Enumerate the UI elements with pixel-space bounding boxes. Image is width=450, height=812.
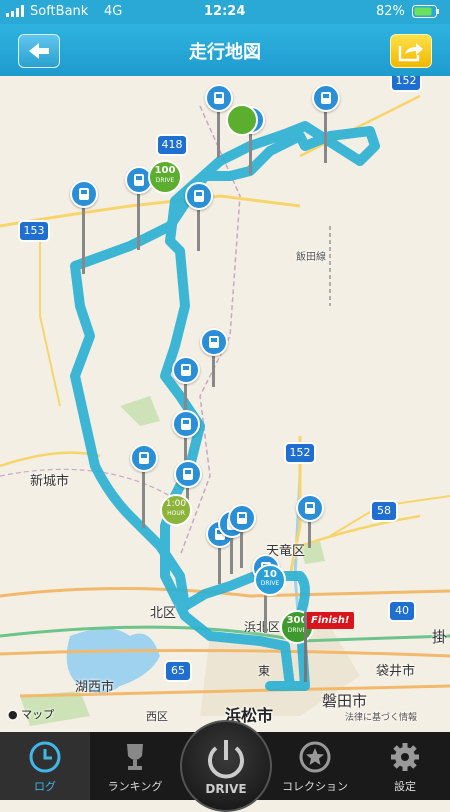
signal-icon xyxy=(6,5,28,21)
clock: 12:24 xyxy=(204,4,246,19)
star-badge-icon xyxy=(299,741,331,773)
pin-pole xyxy=(217,108,220,158)
map-view[interactable]: 153 418 152 152 58 40 65 新城市 湖西市 浜松市 磐田市… xyxy=(0,76,450,732)
battery-percent: 82% xyxy=(376,4,405,19)
tab-log[interactable]: ログ xyxy=(0,732,90,800)
drive-button-label: DRIVE xyxy=(205,782,247,796)
badge-1hour-unit: HOUR xyxy=(167,510,185,517)
pin-pole xyxy=(218,544,221,584)
battery-icon xyxy=(412,5,440,22)
pin-pole xyxy=(230,534,233,574)
page-title: 走行地図 xyxy=(189,42,261,63)
pin-pole xyxy=(240,528,243,568)
power-icon xyxy=(208,740,244,779)
tab-collection-label: コレクション xyxy=(282,780,348,793)
drive-button[interactable]: DRIVE xyxy=(180,720,272,812)
location-pin-icon[interactable] xyxy=(200,328,228,356)
location-pin-icon[interactable] xyxy=(172,410,200,438)
pin-pole xyxy=(142,468,145,528)
share-icon xyxy=(398,43,423,62)
finish-pole xyxy=(304,612,307,682)
location-pin-icon[interactable] xyxy=(205,84,233,112)
location-pin-icon[interactable] xyxy=(70,180,98,208)
pin-pole xyxy=(137,190,140,250)
pin-layer xyxy=(0,76,450,732)
badge-100km-value: 100 xyxy=(154,165,176,176)
badge-top-green[interactable] xyxy=(226,104,258,136)
location-pin-icon[interactable] xyxy=(185,182,213,210)
badge-100km-drive: DRIVE xyxy=(155,177,175,184)
finish-flag[interactable]: Finish! xyxy=(306,612,355,629)
tab-collection[interactable]: コレクション xyxy=(270,732,360,800)
location-pin-icon[interactable] xyxy=(130,444,158,472)
location-pin-icon[interactable] xyxy=(312,84,340,112)
location-pin-icon[interactable] xyxy=(228,504,256,532)
badge-10km[interactable]: 10 DRIVE xyxy=(254,564,286,596)
badge-10km-drive: DRIVE xyxy=(260,580,280,587)
network-label: 4G xyxy=(104,4,123,19)
pin-pole xyxy=(82,204,85,274)
status-bar: SoftBank 4G 12:24 82% xyxy=(0,0,450,24)
pin-pole xyxy=(324,108,327,163)
tab-settings[interactable]: 設定 xyxy=(360,732,450,800)
gear-icon xyxy=(391,743,419,771)
badge-10km-value: 10 xyxy=(263,569,277,580)
tab-settings-label: 設定 xyxy=(394,780,416,793)
tab-log-label: ログ xyxy=(34,780,56,793)
location-pin-icon[interactable] xyxy=(296,494,324,522)
badge-100km[interactable]: 100 DRIVE xyxy=(148,160,182,194)
nav-bar: 走行地図 xyxy=(0,24,450,76)
pin-pole xyxy=(308,518,311,548)
carrier-label: SoftBank xyxy=(30,4,89,19)
tab-ranking[interactable]: ランキング xyxy=(90,732,180,800)
pin-pole xyxy=(249,130,252,175)
pin-pole xyxy=(212,352,215,387)
location-pin-icon[interactable] xyxy=(174,460,202,488)
trophy-icon xyxy=(127,744,143,770)
clock-icon xyxy=(29,741,61,773)
tab-ranking-label: ランキング xyxy=(107,780,163,793)
location-pin-icon[interactable] xyxy=(172,356,200,384)
badge-1hour-time: 1:00 xyxy=(165,499,187,509)
badge-1hour[interactable]: 1:00 HOUR xyxy=(160,494,192,526)
pin-pole xyxy=(197,206,200,251)
share-button[interactable] xyxy=(390,34,432,68)
